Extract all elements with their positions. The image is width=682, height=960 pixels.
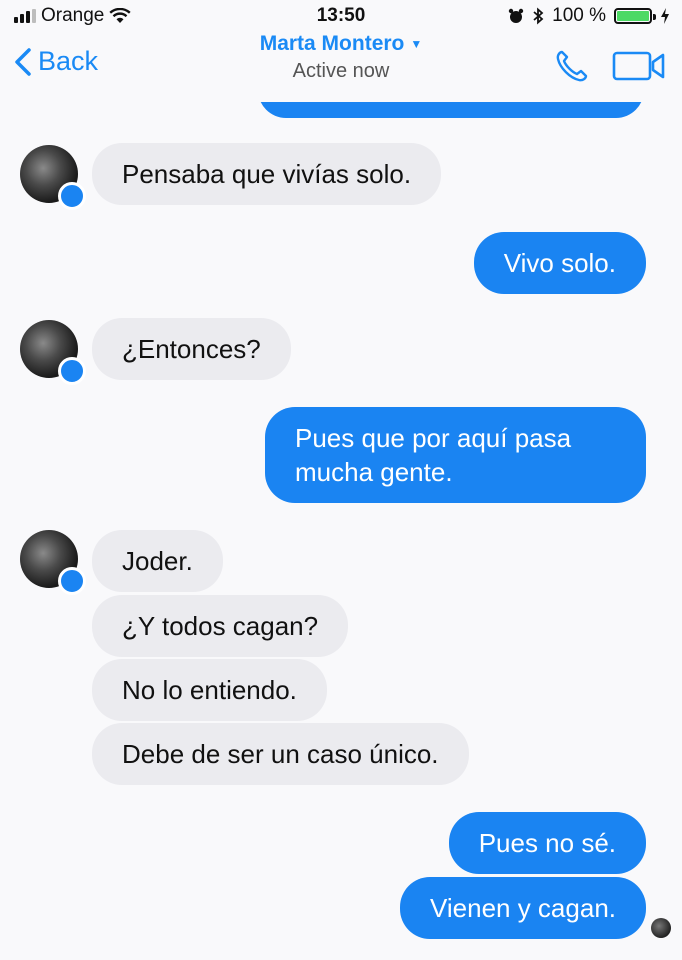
messenger-badge-icon: [58, 567, 86, 595]
message-text-line-1: Pues que por aquí pasa: [295, 423, 572, 453]
caret-down-icon: ▼: [410, 37, 423, 52]
message-bubble-incoming[interactable]: Pensaba que vivías solo.: [92, 143, 442, 205]
message-text: Joder.: [122, 546, 193, 576]
message-bubble-incoming[interactable]: ¿Entonces?: [92, 318, 291, 380]
messenger-badge-icon: [58, 357, 86, 385]
message-bubble-outgoing-cut[interactable]: [258, 102, 644, 118]
message-text: Pues no sé.: [478, 828, 616, 858]
message-bubble-outgoing[interactable]: Pues no sé.: [448, 812, 646, 874]
message-bubble-incoming[interactable]: ¿Y todos cagan?: [92, 595, 349, 657]
message-bubble-outgoing[interactable]: Vienen y cagan.: [400, 877, 646, 939]
nav-bar: Back Marta Montero ▼ Active now: [0, 30, 682, 102]
message-text: Vienen y cagan.: [430, 893, 616, 923]
message-bubble-incoming[interactable]: No lo entiendo.: [92, 659, 327, 721]
message-thread[interactable]: Pensaba que vivías solo. Vivo solo. ¿Ent…: [0, 102, 682, 960]
battery-percent: 100 %: [552, 5, 606, 26]
message-text: ¿Y todos cagan?: [122, 611, 319, 641]
battery-icon: [614, 8, 656, 24]
message-text: No lo entiendo.: [122, 675, 297, 705]
message-text: Vivo solo.: [503, 248, 616, 278]
messenger-badge-icon: [58, 182, 86, 210]
message-bubble-outgoing[interactable]: Vivo solo.: [473, 232, 646, 294]
contact-name: Marta Montero: [259, 32, 405, 55]
message-bubble-incoming[interactable]: Debe de ser un caso único.: [92, 723, 469, 785]
alarm-icon: [508, 8, 524, 23]
message-text: Pensaba que vivías solo.: [122, 159, 412, 189]
message-bubble-outgoing[interactable]: Pues que por aquí pasa mucha gente.: [265, 407, 646, 503]
message-bubble-incoming[interactable]: Joder.: [92, 530, 223, 592]
call-actions: [554, 48, 666, 84]
phone-call-icon[interactable]: [554, 48, 590, 84]
video-call-icon[interactable]: [612, 50, 666, 82]
message-text: ¿Entonces?: [122, 334, 261, 364]
charging-icon: [661, 8, 669, 24]
bluetooth-icon: [533, 7, 544, 25]
message-text: Debe de ser un caso único.: [122, 739, 439, 769]
seen-avatar-icon: [651, 918, 671, 938]
message-text-line-2: mucha gente.: [295, 457, 453, 487]
status-right: 100 %: [508, 5, 670, 27]
status-bar: Orange 13:50 100 %: [0, 0, 682, 32]
